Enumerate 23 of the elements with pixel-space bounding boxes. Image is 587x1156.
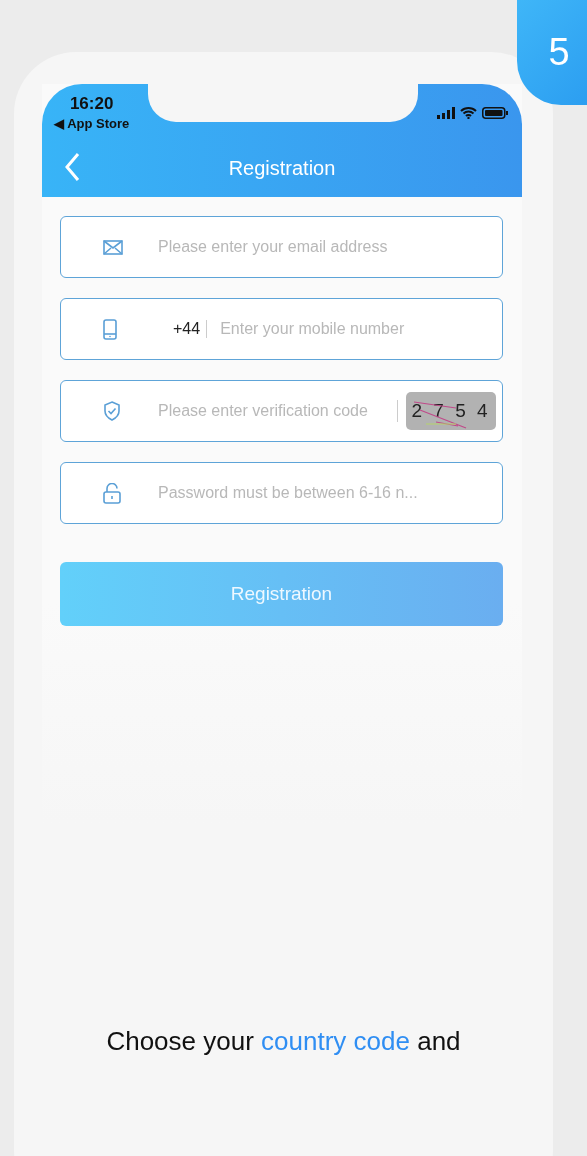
text-input[interactable]: Password must be between 6-16 n... <box>158 484 496 502</box>
text-input[interactable]: Enter your mobile number <box>207 320 496 338</box>
phone-field[interactable]: +44 Enter your mobile number <box>60 298 503 360</box>
verification-code-field[interactable]: Please enter verification code 2 7 5 4 <box>60 380 503 442</box>
unlocked-padlock-icon <box>103 482 121 504</box>
wifi-icon <box>460 107 477 119</box>
text-input[interactable]: Please enter your email address <box>158 238 496 256</box>
email-field[interactable]: Please enter your email address <box>60 216 503 278</box>
status-time: 16:20 <box>69 94 114 114</box>
envelope-icon <box>103 239 123 255</box>
back-to-app-link[interactable]: ◀ App Store <box>54 116 130 131</box>
page-title: Registration <box>228 157 336 180</box>
password-field[interactable]: Password must be between 6-16 n... <box>60 462 503 524</box>
step-badge: 5 <box>517 0 587 105</box>
shield-check-icon <box>103 401 121 421</box>
country-code[interactable]: +44 <box>173 320 208 338</box>
captcha-image[interactable]: 2 7 5 4 <box>406 392 496 430</box>
text-input[interactable]: Please enter verification code <box>158 402 389 420</box>
back-chevron-icon[interactable] <box>64 152 80 182</box>
battery-icon <box>482 107 508 119</box>
phone-icon <box>103 318 117 340</box>
caption-text: Choose your country code and <box>105 1026 462 1057</box>
signal-icon <box>437 107 455 119</box>
